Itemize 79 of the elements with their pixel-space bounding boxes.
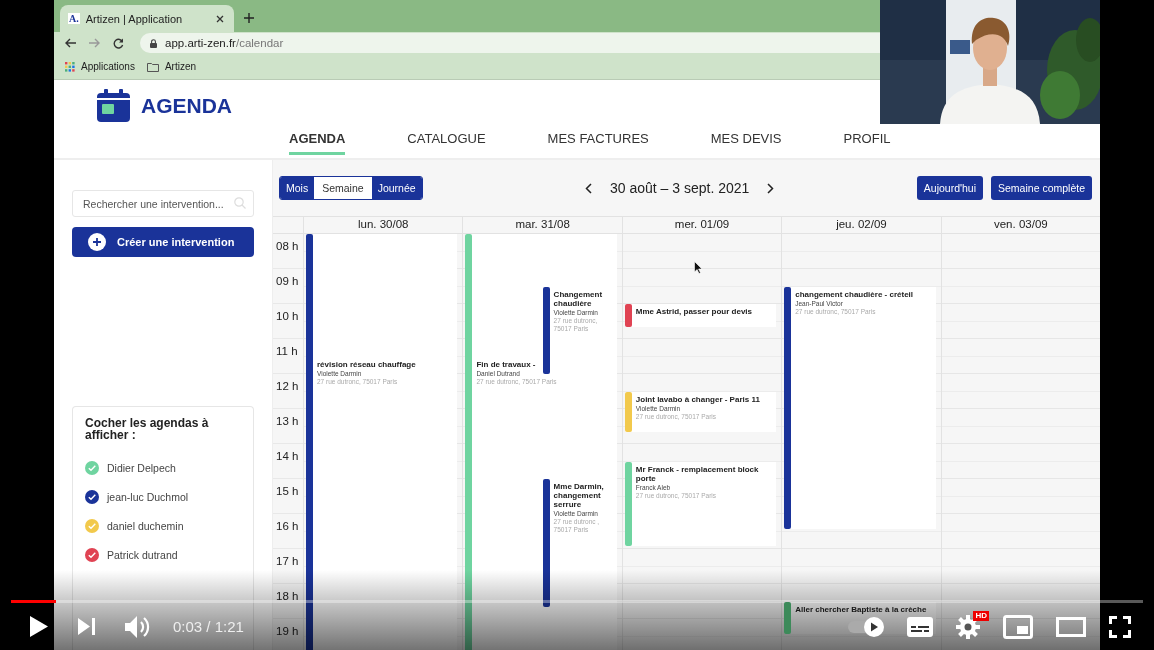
nav-tab[interactable]: MES FACTURES [547, 131, 649, 155]
browser-tab[interactable]: A. Artizen | Application [60, 5, 234, 32]
chevron-left-icon[interactable] [585, 182, 592, 194]
url-text: app.arti-zen.fr/calendar [165, 37, 284, 49]
event-title: révision réseau chauffage [317, 360, 416, 369]
nav-tab[interactable]: MES DEVIS [710, 131, 782, 155]
event-title: Mme Darmin, changement serrure [553, 482, 605, 509]
hour-label: 16 h [276, 520, 299, 532]
chevron-right-icon[interactable] [767, 182, 775, 194]
event-title: Mr Franck - remplacement block porte [635, 464, 760, 483]
checkbox[interactable] [85, 547, 99, 562]
hour-label: 09 h [276, 275, 299, 287]
plus-circle-icon [88, 233, 106, 251]
back-arrow-icon[interactable] [65, 38, 76, 48]
hour-label: 19 h [276, 625, 299, 637]
close-icon[interactable] [216, 14, 224, 23]
day-header: ven. 03/09 [940, 217, 1100, 233]
folder-icon [146, 61, 159, 72]
date-range: 30 août – 3 sept. 2021 [610, 180, 750, 196]
day-header: mar. 31/08 [462, 217, 622, 233]
hour-label: 10 h [276, 310, 299, 322]
nav-tab[interactable]: AGENDA [289, 131, 346, 155]
lock-icon [150, 38, 157, 48]
agenda-name: jean-luc Duchmol [107, 490, 189, 503]
checkbox[interactable] [85, 489, 99, 504]
checkbox[interactable] [85, 518, 99, 533]
favicon: A. [68, 13, 80, 24]
event-title: Changement chaudière [553, 289, 604, 308]
day-header: mer. 01/09 [621, 217, 782, 233]
agenda-name: daniel duchemin [107, 519, 184, 532]
hour-label: 17 h [276, 555, 299, 567]
theater-mode-icon[interactable] [1056, 616, 1086, 637]
fullscreen-icon[interactable] [1109, 615, 1131, 638]
hour-label: 14 h [276, 450, 299, 462]
mouse-pointer-icon [693, 261, 703, 274]
event-title: Aller chercher Baptiste à la crèche [795, 604, 927, 614]
day-header: lun. 30/08 [303, 217, 463, 233]
nav-tab[interactable]: CATALOGUE [407, 131, 486, 155]
reload-icon[interactable] [113, 37, 124, 49]
view-tab[interactable]: Semaine [314, 177, 372, 199]
hd-badge: HD [973, 610, 989, 621]
hour-label: 18 h [276, 590, 299, 602]
subtitles-icon[interactable] [907, 616, 933, 637]
toolbar-button[interactable]: Aujourd'hui [916, 176, 984, 200]
create-intervention-button[interactable]: Créer une intervention [72, 227, 254, 257]
bookmark[interactable]: Artizen [146, 61, 197, 72]
nav-tab[interactable]: PROFIL [843, 131, 891, 155]
hour-label: 15 h [276, 485, 299, 497]
address-bar[interactable]: app.arti-zen.fr/calendar [140, 33, 880, 53]
play-icon[interactable] [30, 616, 48, 637]
time-display: 0:03 / 1:21 [173, 618, 244, 635]
agendas-title: Cocher les agendas à afficher : [85, 417, 210, 441]
plus-icon[interactable] [244, 13, 254, 23]
autoplay-toggle[interactable] [848, 616, 884, 637]
event-title: changement chaudière - créteil [795, 289, 914, 299]
bookmark[interactable]: Applications [65, 61, 135, 72]
calendar-logo-icon [97, 89, 130, 122]
volume-icon[interactable] [125, 614, 151, 639]
calendar-event[interactable]: Mme Astrid, passer pour devis [624, 304, 777, 328]
app-title: AGENDA [141, 93, 232, 118]
search-icon [234, 197, 246, 209]
hour-label: 11 h [276, 345, 298, 357]
next-icon[interactable] [78, 618, 95, 635]
hour-label: 13 h [276, 415, 299, 427]
event-title: Joint lavabo à changer - Paris 11 [635, 394, 760, 404]
event-title: Mme Astrid, passer pour devis [635, 307, 752, 316]
search-field[interactable]: Rechercher une intervention... [72, 190, 254, 217]
toolbar-button[interactable]: Semaine complète [991, 176, 1092, 200]
view-tab[interactable]: Mois [280, 177, 315, 199]
apps-grid-icon [65, 61, 75, 72]
view-tab[interactable]: Journée [371, 177, 422, 199]
event-title: Fin de travaux - [476, 360, 537, 369]
agenda-name: Patrick dutrand [107, 548, 178, 561]
agenda-name: Didier Delpech [107, 461, 176, 474]
hour-label: 12 h [276, 380, 299, 392]
miniplayer-icon[interactable] [1003, 614, 1033, 639]
hour-label: 08 h [276, 240, 299, 252]
checkbox[interactable] [85, 460, 99, 475]
day-header: jeu. 02/09 [781, 217, 941, 233]
